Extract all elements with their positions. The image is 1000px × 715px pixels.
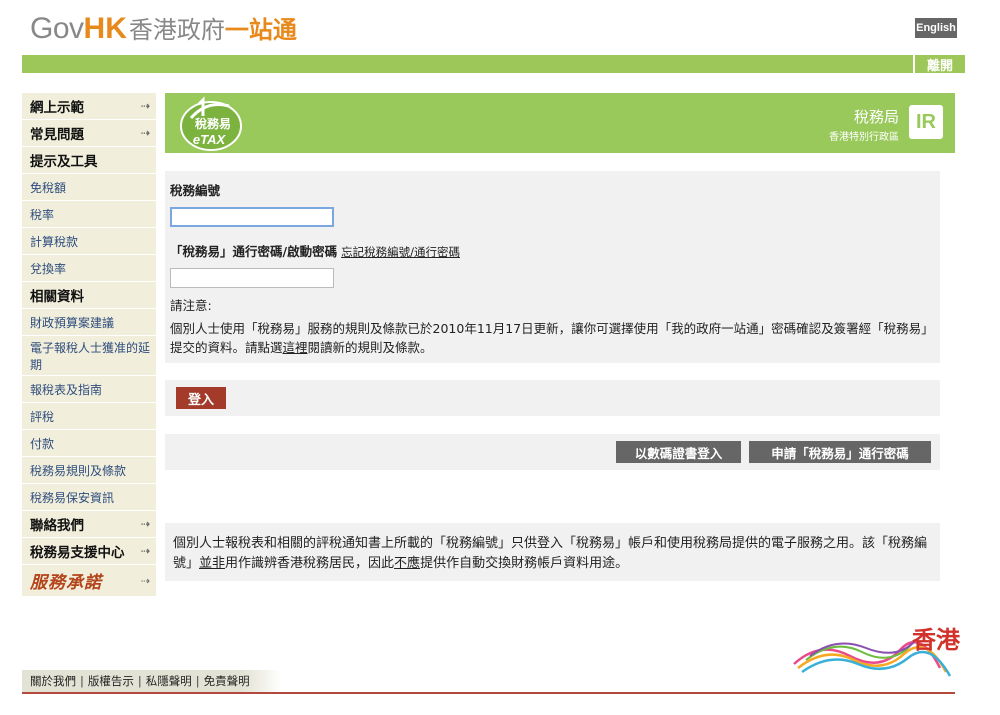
logout-button[interactable]: 離開 (912, 55, 965, 74)
sidebar-item[interactable]: 相關資料 (22, 282, 156, 309)
tax-file-input[interactable] (170, 207, 334, 227)
sidebar-item-label: 提示及工具 (30, 154, 98, 170)
footer-links: 關於我們 | 版權告示 | 私隱聲明 | 免責聲明 (22, 670, 282, 692)
govhk-logo[interactable]: Gov HK 香港政府 一站通 (30, 10, 297, 46)
etax-zh-text: 稅務易 (195, 116, 231, 131)
sidebar-item[interactable]: 稅務易支援中心 ⇢ (22, 538, 156, 565)
sidebar-item[interactable]: 服務承諾 ⇢ (22, 565, 156, 597)
info-text: 個別人士報稅表和相關的評稅通知書上所載的「稅務編號」只供登入「稅務易」帳戶和使用… (173, 534, 933, 574)
logo-zh2: 一站通 (224, 16, 297, 44)
etax-en-text: eTAX (193, 132, 227, 147)
sidebar-item[interactable]: 常見問題 ⇢ (22, 120, 156, 147)
sidebar-item[interactable]: 評稅 (22, 403, 156, 430)
sidebar-item-label: 評稅 (30, 409, 55, 424)
sidebar-item[interactable]: 聯絡我們 ⇢ (22, 511, 156, 538)
brand-hongkong-logo: 香港 (790, 620, 960, 682)
sidebar-item-label: 稅務易規則及條款 (30, 463, 127, 478)
sidebar-item-label: 報稅表及指南 (30, 382, 103, 397)
arrow-right-icon: ⇢ (140, 544, 150, 558)
sidebar-item[interactable]: 電子報稅人士獲准的延期 (22, 336, 156, 376)
etax-banner: 稅務易 eTAX 稅務局 香港特別行政區 IR (165, 93, 955, 153)
password-input[interactable] (170, 268, 334, 288)
logo-zh: 香港政府 (128, 16, 225, 44)
password-label: 「稅務易」通行密碼/啟動密碼 (170, 244, 338, 259)
sidebar-item-label: 電子報稅人士獲准的延期 (30, 340, 151, 372)
sidebar-item-label: 稅率 (30, 207, 55, 222)
brand-hk-text: 香港 (912, 626, 960, 654)
info-text-2: 用作識辨香港稅務居民，因此 (225, 556, 395, 571)
sidebar-item-label: 聯絡我們 (30, 518, 84, 534)
sidebar-item[interactable]: 兌換率 (22, 255, 156, 282)
sidebar-item[interactable]: 提示及工具 (22, 147, 156, 174)
sidebar-item-label: 網上示範 (30, 100, 84, 116)
footer-link-privacy[interactable]: 私隱聲明 (146, 673, 192, 689)
footer-sep: | (137, 674, 142, 688)
forgot-link[interactable]: 忘記稅務編號/通行密碼 (341, 245, 460, 259)
sidebar-item-label: 常見問題 (30, 127, 84, 143)
alt-login-panel: 以數碼證書登入 申請「稅務易」通行密碼 (165, 434, 940, 470)
notice-title: 請注意: (170, 298, 212, 313)
sidebar-item-label: 相關資料 (30, 289, 84, 305)
arrow-right-icon: ⇢ (140, 126, 150, 140)
apply-password-button[interactable]: 申請「稅務易」通行密碼 (749, 441, 931, 463)
sidebar-item-label: 計算稅款 (30, 234, 79, 249)
sidebar: 網上示範 ⇢ 常見問題 ⇢ 提示及工具免稅額稅率計算稅款兌換率相關資料財政預算案建議電子… (22, 93, 156, 597)
info-em-2: 不應 (394, 556, 421, 571)
tax-file-info-panel: 個別人士報稅表和相關的評稅通知書上所載的「稅務編號」只供登入「稅務易」帳戶和使用… (165, 523, 940, 581)
notice-text-2: 閱讀新的規則及條款。 (307, 340, 433, 355)
ird-text: 稅務局 香港特別行政區 (829, 106, 899, 143)
sidebar-item-label: 稅務易支援中心 (30, 545, 125, 561)
footer-divider (22, 692, 955, 694)
ird-name: 稅務局 (853, 108, 899, 126)
sidebar-item[interactable]: 網上示範 ⇢ (22, 93, 156, 120)
notice-here-link[interactable]: 這裡 (283, 340, 308, 355)
etax-logo-icon: 稅務易 eTAX (180, 96, 242, 151)
footer-link-about[interactable]: 關於我們 (30, 673, 76, 689)
sidebar-item-label: 財政預算案建議 (30, 315, 115, 330)
login-form-panel: 稅務編號 「稅務易」通行密碼/啟動密碼 忘記稅務編號/通行密碼 請注意: 個別人士… (165, 171, 940, 363)
arrow-right-icon: ⇢ (140, 574, 150, 587)
notice-body: 個別人士使用「稅務易」服務的規則及條款已於2010年11月17日更新，讓你可選擇… (170, 319, 935, 357)
sidebar-item[interactable]: 財政預算案建議 (22, 309, 156, 336)
sidebar-item[interactable]: 報稅表及指南 (22, 376, 156, 403)
login-button-panel: 登入 (165, 380, 940, 416)
sidebar-item-label: 付款 (30, 436, 55, 451)
arrow-right-icon: ⇢ (140, 517, 150, 531)
top-green-bar: 離開 (22, 55, 965, 74)
footer-link-disclaimer[interactable]: 免責聲明 (204, 673, 250, 689)
sidebar-item-label: 服務承諾 (30, 573, 102, 593)
logo-gov: Gov (30, 12, 84, 45)
sidebar-item[interactable]: 稅務易規則及條款 (22, 457, 156, 484)
ird-logo-icon: IR (909, 105, 943, 139)
sidebar-item[interactable]: 稅務易保安資訊 (22, 484, 156, 511)
english-button[interactable]: English (915, 18, 957, 38)
sidebar-item[interactable]: 計算稅款 (22, 228, 156, 255)
footer-sep: | (195, 674, 200, 688)
arrow-right-icon: ⇢ (140, 99, 150, 113)
info-text-3: 提供作自動交換財務帳戶資料用途。 (420, 556, 629, 571)
tax-file-label: 稅務編號 (170, 183, 221, 198)
password-label-row: 「稅務易」通行密碼/啟動密碼 忘記稅務編號/通行密碼 (170, 241, 460, 260)
sidebar-item[interactable]: 付款 (22, 430, 156, 457)
header: Gov HK 香港政府 一站通 English (0, 0, 1000, 55)
info-em-1: 並非 (199, 556, 226, 571)
footer-sep: | (80, 674, 84, 688)
sidebar-item-label: 兌換率 (30, 261, 67, 276)
ird-sub: 香港特別行政區 (829, 132, 899, 143)
footer-link-copyright[interactable]: 版權告示 (88, 673, 134, 689)
sidebar-item[interactable]: 免稅額 (22, 174, 156, 201)
login-button[interactable]: 登入 (176, 387, 226, 409)
logo-hk: HK (83, 12, 127, 45)
cert-login-button[interactable]: 以數碼證書登入 (616, 441, 741, 463)
sidebar-item-label: 免稅額 (30, 180, 67, 195)
sidebar-item-label: 稅務易保安資訊 (30, 490, 115, 505)
sidebar-item[interactable]: 稅率 (22, 201, 156, 228)
